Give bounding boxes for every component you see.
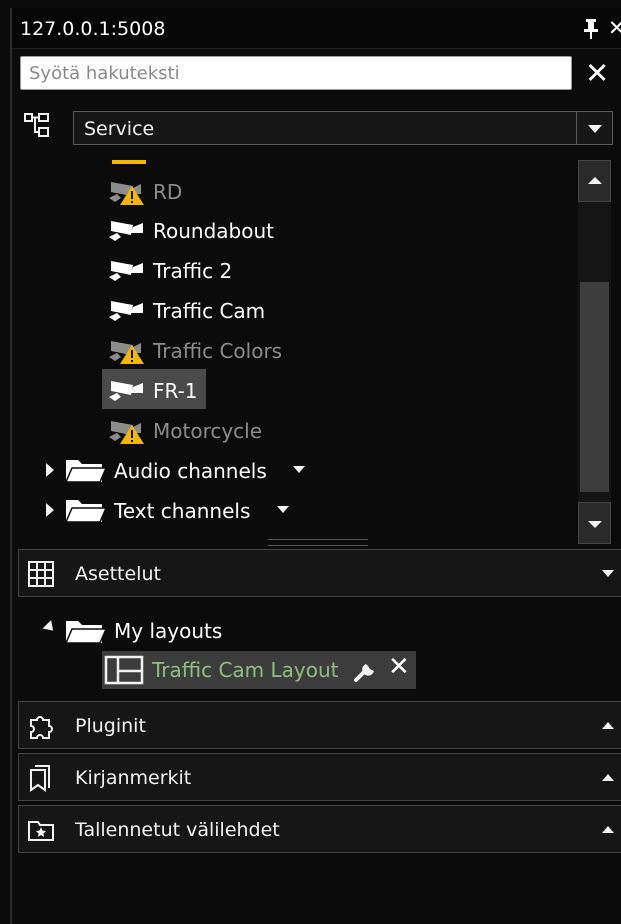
expand-arrow-icon[interactable]: [46, 503, 54, 517]
scroll-up-button[interactable]: [578, 160, 611, 202]
search-input[interactable]: [20, 56, 572, 90]
tree-item-camera[interactable]: Motorcycle: [105, 411, 405, 449]
tree-item-label: Motorcycle: [153, 419, 263, 443]
star-folder-icon: [28, 821, 54, 841]
chevron-up-icon[interactable]: [602, 722, 614, 729]
grid-icon: [28, 561, 54, 587]
pin-icon[interactable]: [583, 19, 599, 39]
camera-warning-icon: [109, 182, 144, 205]
tree-folder-label: My layouts: [114, 619, 223, 643]
window-border: [10, 48, 12, 924]
scroll-thumb[interactable]: [580, 282, 609, 492]
folder-icon: [64, 500, 108, 523]
tree-item-camera[interactable]: Traffic 2: [105, 251, 405, 289]
camera-icon: [109, 381, 143, 401]
tree-folder-my-layouts[interactable]: My layouts: [40, 612, 340, 650]
panel-title: Tallennetut välilehdet: [75, 819, 280, 841]
tree-view-select[interactable]: Service: [73, 111, 613, 145]
tree-item-label: Traffic Colors: [153, 339, 283, 363]
panel-title: Asettelut: [75, 563, 161, 585]
tree-item-label: Roundabout: [153, 219, 274, 243]
tree-item-camera[interactable]: Traffic Cam: [105, 291, 405, 329]
camera-icon: [109, 261, 143, 281]
tree-item-label: Traffic Cam: [153, 299, 266, 323]
panel-header-plugins[interactable]: Pluginit: [18, 701, 621, 749]
tree-scrollbar[interactable]: [578, 160, 611, 544]
tree-folder-label: Text channels: [114, 499, 251, 523]
partial-tree-item: [112, 160, 146, 164]
chevron-up-icon[interactable]: [602, 826, 614, 833]
tree-item-camera[interactable]: Roundabout: [105, 211, 405, 249]
tree-folder-text-channels[interactable]: Text channels: [40, 491, 360, 529]
tree-item-camera-selected[interactable]: FR-1: [105, 371, 405, 409]
chevron-up-icon: [588, 177, 602, 184]
close-icon[interactable]: ✕: [608, 18, 621, 39]
panel-header-saved-tabs[interactable]: Tallennetut välilehdet: [18, 805, 621, 853]
clear-search-icon[interactable]: ✕: [585, 55, 609, 91]
layout-icon: [104, 655, 144, 685]
camera-warning-icon: [109, 421, 144, 444]
folder-icon: [64, 621, 108, 644]
chevron-down-icon[interactable]: [277, 506, 289, 513]
scroll-down-button[interactable]: [578, 502, 611, 544]
chevron-down-icon[interactable]: [293, 466, 305, 473]
tree-item-label: FR-1: [153, 379, 198, 403]
tree-folder-audio-channels[interactable]: Audio channels: [40, 451, 360, 489]
bookmark-icon: [30, 765, 50, 792]
select-divider: [576, 112, 577, 144]
panel-header-layouts[interactable]: Asettelut: [18, 549, 621, 597]
close-icon[interactable]: ✕: [388, 652, 410, 682]
tree-item-camera[interactable]: Traffic Colors: [105, 331, 405, 369]
tree-folder-label: Audio channels: [114, 459, 267, 483]
panel-header-bookmarks[interactable]: Kirjanmerkit: [18, 753, 621, 801]
window-title: 127.0.0.1:5008: [20, 18, 166, 40]
panel-title: Kirjanmerkit: [75, 767, 192, 789]
tree-item-camera[interactable]: RD: [105, 172, 405, 210]
camera-icon: [109, 221, 143, 241]
title-bar: 127.0.0.1:5008 ✕: [10, 8, 621, 49]
collapse-arrow-icon[interactable]: [42, 620, 58, 635]
layout-item[interactable]: Traffic Cam Layout ✕: [102, 651, 416, 689]
expand-arrow-icon[interactable]: [46, 463, 54, 477]
chevron-down-icon[interactable]: [588, 125, 602, 133]
chevron-down-icon[interactable]: [602, 570, 614, 577]
tree-item-label: RD: [153, 180, 183, 204]
tree-hierarchy-icon[interactable]: [24, 113, 50, 139]
chevron-down-icon: [588, 521, 602, 528]
camera-warning-icon: [109, 341, 144, 364]
puzzle-icon: [30, 716, 53, 739]
splitter-handle[interactable]: [268, 539, 368, 546]
folder-icon: [64, 460, 108, 483]
camera-icon: [109, 301, 143, 321]
panel-title: Pluginit: [75, 715, 146, 737]
layout-item-label: Traffic Cam Layout: [152, 658, 339, 682]
chevron-up-icon[interactable]: [602, 774, 614, 781]
wrench-icon[interactable]: [352, 658, 378, 682]
tree-view-select-value: Service: [84, 118, 155, 140]
tree-item-label: Traffic 2: [153, 259, 233, 283]
